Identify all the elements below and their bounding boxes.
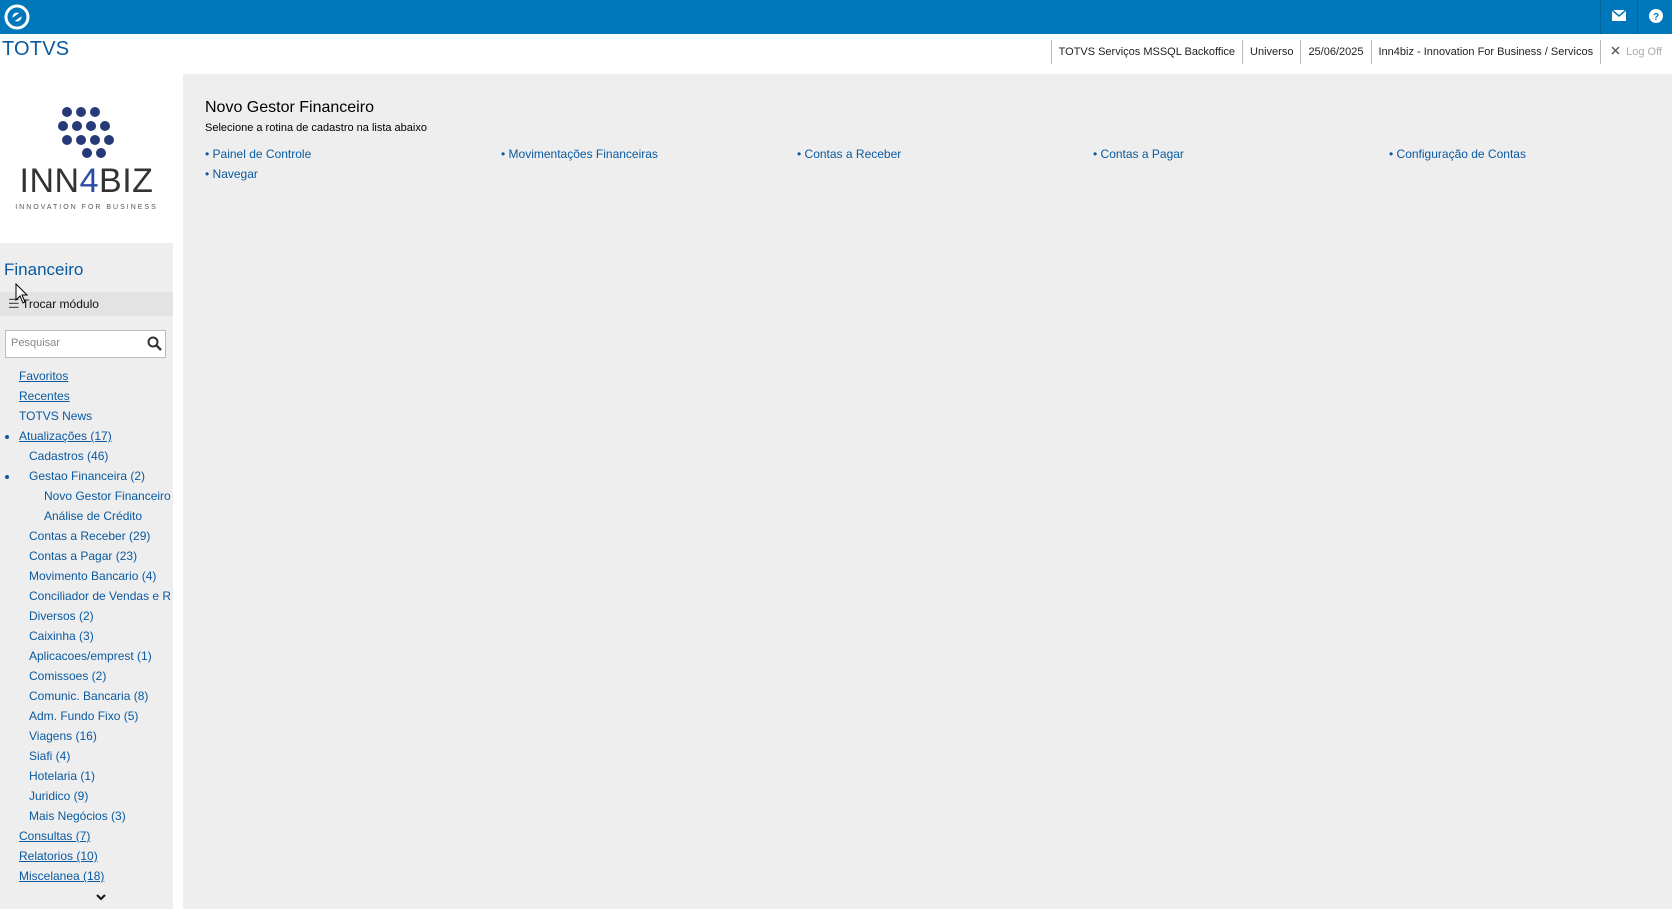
sidebar-item-aplicacoes[interactable]: Aplicacoes/emprest (1) xyxy=(0,646,173,666)
sidebar-item-viagens[interactable]: Viagens (16) xyxy=(0,726,173,746)
chevron-down-icon[interactable] xyxy=(94,892,108,904)
sidebar-item-contas-a-receber[interactable]: Contas a Receber (29) xyxy=(0,526,173,546)
sidebar-item-cadastros[interactable]: Cadastros (46) xyxy=(0,446,173,466)
sidebar-item-relatorios[interactable]: Relatorios (10) xyxy=(0,846,173,866)
logo-wordmark: INN4BIZ xyxy=(19,162,154,200)
workspace-label[interactable]: Universo xyxy=(1242,40,1300,64)
page-title: Novo Gestor Financeiro xyxy=(205,99,374,116)
sidebar-item-mais-negocios[interactable]: Mais Negócios (3) xyxy=(0,806,173,826)
expanded-bullet-icon xyxy=(5,435,9,439)
envelope-icon xyxy=(1611,9,1627,24)
sidebar-menu: Favoritos Recentes TOTVS News Atualizaçõ… xyxy=(0,366,173,886)
link-navegar[interactable]: • Navegar xyxy=(205,167,258,181)
question-icon: ? xyxy=(1649,8,1663,26)
sidebar-item-hotelaria[interactable]: Hotelaria (1) xyxy=(0,766,173,786)
sidebar-item-diversos[interactable]: Diversos (2) xyxy=(0,606,173,626)
mouse-cursor-icon xyxy=(15,282,29,308)
sidebar-item-recentes[interactable]: Recentes xyxy=(0,386,173,406)
search-input[interactable] xyxy=(9,336,143,350)
logo-tagline: INNOVATION FOR BUSINESS xyxy=(15,204,158,211)
help-button[interactable]: ? xyxy=(1637,0,1672,34)
link-movimentacoes-financeiras[interactable]: • Movimentações Financeiras xyxy=(501,147,658,161)
logoff-label: Log Off xyxy=(1626,46,1662,58)
sidebar-item-caixinha[interactable]: Caixinha (3) xyxy=(0,626,173,646)
menu-search xyxy=(5,330,166,358)
top-bar: ? xyxy=(0,0,1672,34)
logoff-button[interactable]: Log Off xyxy=(1600,40,1662,64)
search-icon[interactable] xyxy=(147,336,162,354)
sidebar-item-analise-de-credito[interactable]: Análise de Crédito xyxy=(0,506,173,526)
link-contas-a-pagar[interactable]: • Contas a Pagar xyxy=(1093,147,1184,161)
sidebar-item-juridico[interactable]: Juridico (9) xyxy=(0,786,173,806)
totvs-logo-icon[interactable] xyxy=(4,4,30,30)
sidebar-item-movimento-bancario[interactable]: Movimento Bancario (4) xyxy=(0,566,173,586)
sidebar-item-consultas[interactable]: Consultas (7) xyxy=(0,826,173,846)
mail-button[interactable] xyxy=(1600,0,1637,34)
sidebar-item-novo-gestor-financeiro[interactable]: Novo Gestor Financeiro xyxy=(0,486,173,506)
sidebar-item-gestao-financeira[interactable]: Gestao Financeira (2) xyxy=(0,466,173,486)
close-icon xyxy=(1611,40,1620,64)
link-contas-a-receber[interactable]: • Contas a Receber xyxy=(797,147,901,161)
main-content: Novo Gestor Financeiro Selecione a rotin… xyxy=(183,74,1672,909)
app-title: TOTVS xyxy=(2,38,70,60)
sidebar-item-comissoes[interactable]: Comissoes (2) xyxy=(0,666,173,686)
company-label[interactable]: Inn4biz - Innovation For Business / Serv… xyxy=(1370,40,1601,64)
inn4biz-logo-icon xyxy=(58,107,114,158)
expanded-bullet-icon xyxy=(5,475,9,479)
sidebar-item-totvs-news[interactable]: TOTVS News xyxy=(0,406,173,426)
sidebar: INN4BIZ INNOVATION FOR BUSINESS Financei… xyxy=(0,74,173,909)
change-module-label: Trocar módulo xyxy=(22,297,99,311)
company-logo: INN4BIZ INNOVATION FOR BUSINESS xyxy=(0,74,173,253)
environment-label[interactable]: TOTVS Serviços MSSQL Backoffice xyxy=(1050,40,1242,64)
sidebar-item-favoritos[interactable]: Favoritos xyxy=(0,366,173,386)
sidebar-item-conciliador[interactable]: Conciliador de Vendas e R xyxy=(0,586,173,606)
sidebar-item-siafi[interactable]: Siafi (4) xyxy=(0,746,173,766)
link-painel-de-controle[interactable]: • Painel de Controle xyxy=(205,147,311,161)
page-subtitle: Selecione a rotina de cadastro na lista … xyxy=(205,122,427,134)
sidebar-item-adm-fundo-fixo[interactable]: Adm. Fundo Fixo (5) xyxy=(0,706,173,726)
session-info-bar: TOTVS Serviços MSSQL Backoffice Universo… xyxy=(1050,40,1662,64)
sidebar-item-comunic-bancaria[interactable]: Comunic. Bancaria (8) xyxy=(0,686,173,706)
module-title: Financeiro xyxy=(4,260,84,279)
header-bar: TOTVS TOTVS Serviços MSSQL Backoffice Un… xyxy=(0,34,1672,68)
svg-text:?: ? xyxy=(1653,12,1659,23)
sidebar-item-contas-a-pagar[interactable]: Contas a Pagar (23) xyxy=(0,546,173,566)
sidebar-item-atualizacoes[interactable]: Atualizações (17) xyxy=(0,426,173,446)
date-label[interactable]: 25/06/2025 xyxy=(1300,40,1370,64)
link-configuracao-de-contas[interactable]: • Configuração de Contas xyxy=(1389,147,1526,161)
sidebar-item-miscelanea[interactable]: Miscelanea (18) xyxy=(0,866,173,886)
